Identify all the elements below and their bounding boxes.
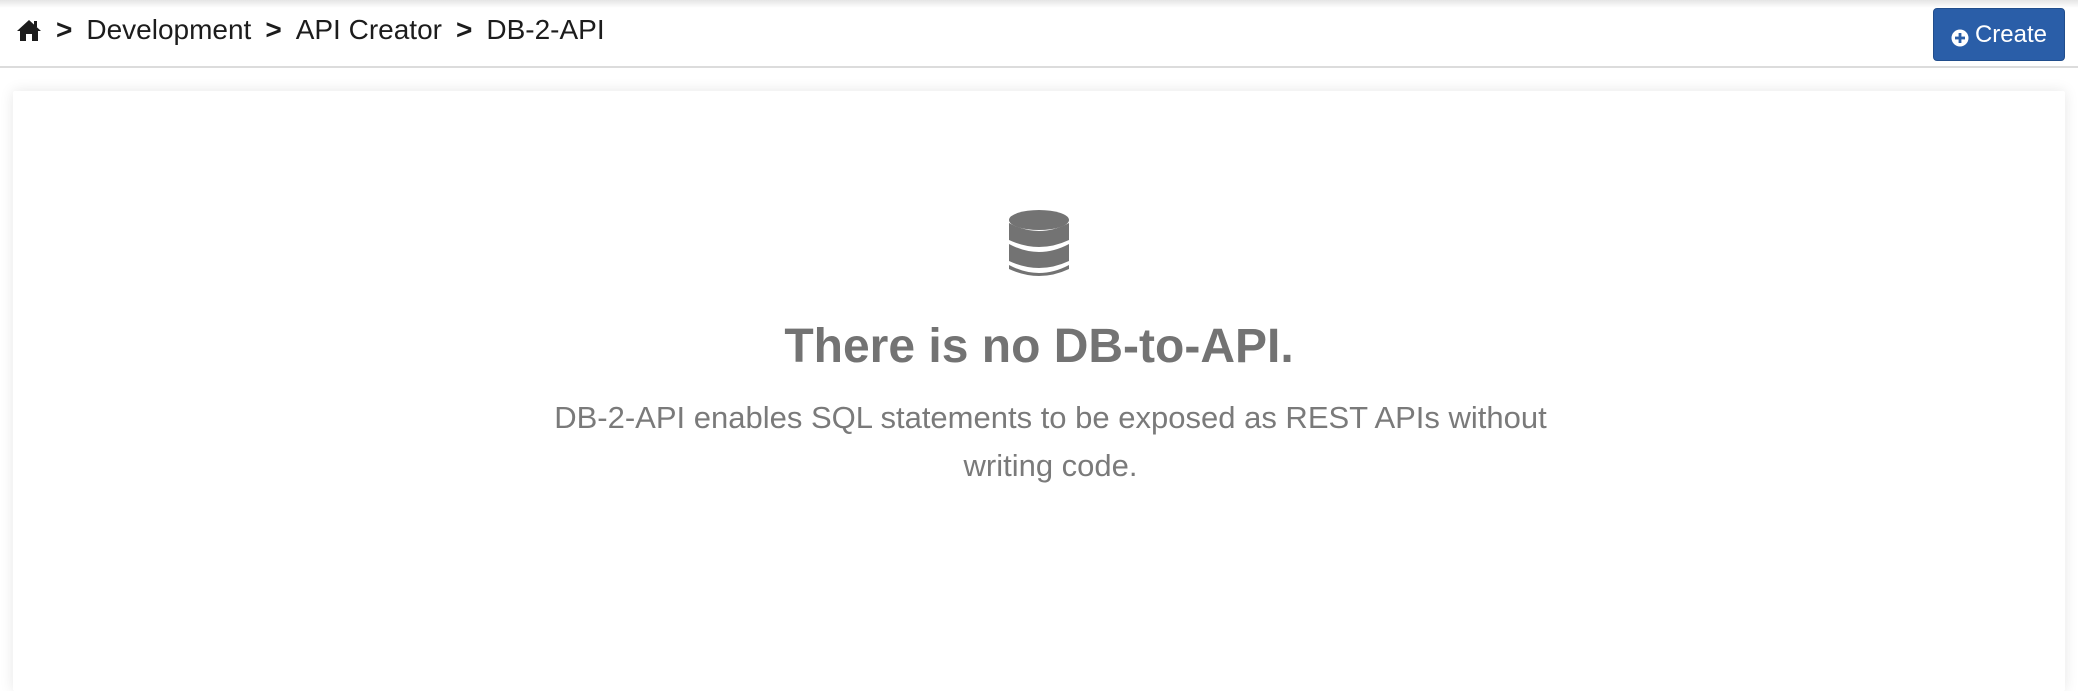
- create-button-label: Create: [1974, 20, 2048, 48]
- breadcrumb-separator: >: [455, 14, 473, 45]
- content-card: There is no DB-to-API. DB-2-API enables …: [13, 91, 2065, 691]
- home-icon[interactable]: [16, 17, 42, 43]
- breadcrumb-separator: >: [265, 14, 282, 45]
- create-button[interactable]: Create: [1933, 8, 2065, 61]
- plus-circle-icon: [1951, 26, 1969, 46]
- top-shadow: [0, 0, 2078, 8]
- database-icon: [1008, 209, 1070, 279]
- breadcrumb-item-api-creator[interactable]: API Creator: [296, 14, 442, 46]
- breadcrumb-separator: >: [56, 14, 73, 45]
- breadcrumb-item-db-2-api: DB-2-API: [486, 14, 605, 45]
- breadcrumb-item-development[interactable]: Development: [86, 14, 251, 46]
- empty-state-title: There is no DB-to-API.: [784, 320, 1294, 373]
- empty-state-description: DB-2-API enables SQL statements to be ex…: [554, 400, 1547, 483]
- breadcrumb: > Development > API Creator > DB-2-API: [16, 12, 619, 48]
- top-bar: > Development > API Creator > DB-2-API C…: [0, 0, 2078, 68]
